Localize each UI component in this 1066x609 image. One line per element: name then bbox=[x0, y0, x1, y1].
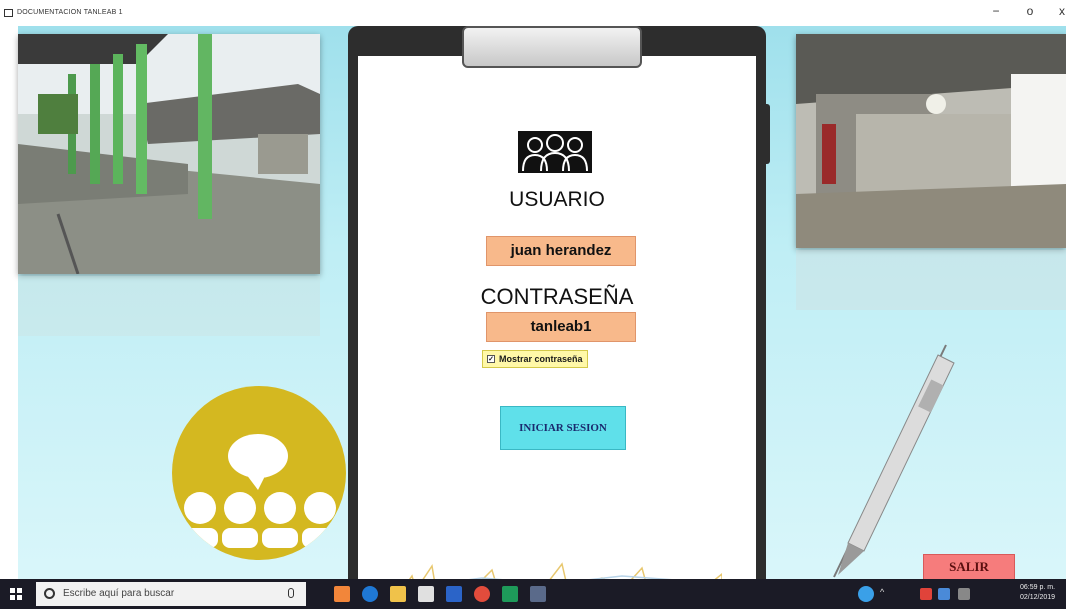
contrasena-label: CONTRASEÑA bbox=[480, 284, 634, 309]
app-icon bbox=[4, 9, 13, 17]
salir-button[interactable]: SALIR bbox=[923, 554, 1015, 579]
microphone-icon[interactable] bbox=[288, 588, 294, 598]
word-icon[interactable] bbox=[446, 586, 462, 602]
left-photo bbox=[18, 34, 320, 274]
tray-chevron-icon[interactable]: ^ bbox=[880, 587, 884, 597]
mostrar-contrasena-checkbox[interactable]: ✓ Mostrar contraseña bbox=[482, 350, 588, 368]
excel-icon[interactable] bbox=[502, 586, 518, 602]
taskview-app-icon[interactable] bbox=[334, 586, 350, 602]
clipboard: USUARIO juan herandez CONTRASEÑA tanleab… bbox=[348, 26, 770, 579]
file-explorer-icon[interactable] bbox=[390, 586, 406, 602]
clipboard-clip bbox=[462, 26, 642, 68]
store-icon[interactable] bbox=[418, 586, 434, 602]
mostrar-contrasena-label: Mostrar contraseña bbox=[499, 354, 583, 364]
window-title: DOCUMENTACION TANLEAB 1 bbox=[17, 9, 123, 16]
checkbox-check-icon[interactable]: ✓ bbox=[487, 355, 495, 363]
pen-icon bbox=[833, 344, 955, 578]
title-bar: DOCUMENTACION TANLEAB 1 − o x bbox=[0, 0, 1066, 26]
running-app-icon[interactable] bbox=[530, 586, 546, 602]
usuario-input[interactable]: juan herandez bbox=[486, 236, 636, 266]
search-placeholder: Escribe aquí para buscar bbox=[63, 588, 175, 599]
right-photo bbox=[796, 34, 1066, 248]
close-button[interactable]: x bbox=[1052, 4, 1066, 18]
tray-app-icon[interactable] bbox=[920, 588, 932, 600]
edge-icon[interactable] bbox=[362, 586, 378, 602]
login-panel: USUARIO juan herandez CONTRASEÑA tanleab… bbox=[358, 56, 756, 579]
taskbar-clock[interactable]: 06:59 p. m. 02/12/2019 bbox=[1020, 583, 1055, 603]
taskbar-search-input[interactable]: Escribe aquí para buscar bbox=[36, 582, 306, 606]
main-stage: USUARIO juan herandez CONTRASEÑA tanleab… bbox=[0, 26, 1066, 579]
windows-start-icon[interactable] bbox=[10, 588, 22, 600]
clock-date: 02/12/2019 bbox=[1020, 594, 1056, 601]
contrasena-input[interactable]: tanleab1 bbox=[486, 312, 636, 342]
left-border bbox=[0, 26, 18, 579]
cortana-icon bbox=[44, 588, 55, 599]
notification-app-icon[interactable] bbox=[858, 586, 874, 602]
minimize-button[interactable]: − bbox=[986, 4, 1006, 18]
clipboard-hinge bbox=[760, 104, 770, 164]
users-icon bbox=[518, 131, 592, 173]
usuario-label: USUARIO bbox=[509, 188, 605, 211]
clock-time: 06:59 p. m. bbox=[1020, 584, 1056, 591]
taskbar: Escribe aquí para buscar ^ 06:59 p. m. 0… bbox=[0, 579, 1066, 609]
network-icon[interactable] bbox=[938, 588, 950, 600]
meeting-icon bbox=[172, 386, 346, 560]
volume-icon[interactable] bbox=[958, 588, 970, 600]
city-skyline-decoration bbox=[408, 562, 722, 579]
chrome-icon[interactable] bbox=[474, 586, 490, 602]
restore-button[interactable]: o bbox=[1020, 4, 1040, 18]
iniciar-sesion-button[interactable]: INICIAR SESION bbox=[500, 406, 626, 450]
